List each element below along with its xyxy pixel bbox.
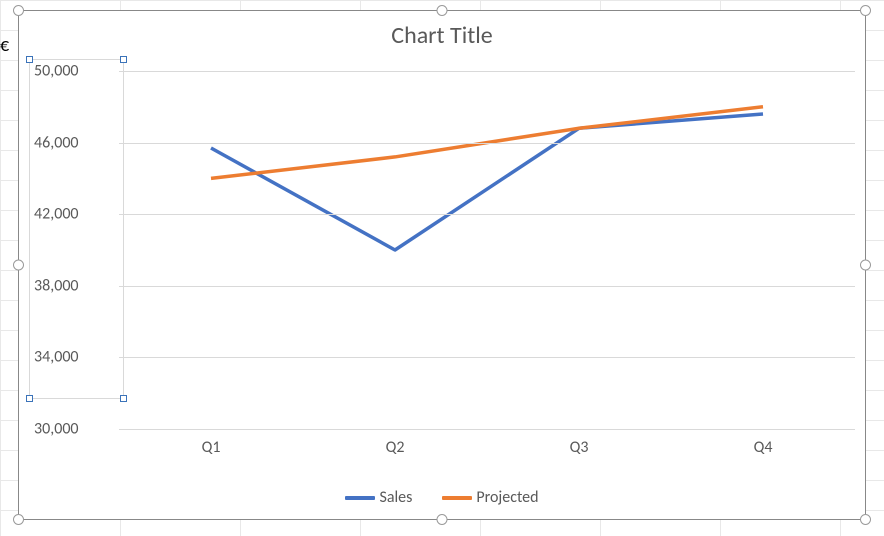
gridline bbox=[119, 214, 855, 215]
legend-item[interactable]: Projected bbox=[442, 488, 538, 507]
legend-swatch-icon bbox=[345, 496, 375, 500]
legend-label: Sales bbox=[379, 488, 412, 507]
resize-handle-bottom-right-icon[interactable] bbox=[860, 514, 871, 525]
x-tick-label: Q1 bbox=[202, 438, 221, 457]
chart-lines bbox=[119, 71, 855, 429]
y-tick-label: 50,000 bbox=[34, 62, 109, 81]
resize-handle-right-icon[interactable] bbox=[860, 260, 871, 271]
x-tick-label: Q2 bbox=[386, 438, 405, 457]
y-tick-label: 46,000 bbox=[34, 133, 109, 152]
series-line[interactable] bbox=[211, 114, 763, 250]
legend-item[interactable]: Sales bbox=[345, 488, 412, 507]
plot-area[interactable]: 30,00034,00038,00042,00046,00050,000Q1Q2… bbox=[119, 71, 855, 429]
x-tick-label: Q4 bbox=[754, 438, 773, 457]
resize-handle-top-icon[interactable] bbox=[437, 5, 448, 16]
y-tick-label: 30,000 bbox=[34, 420, 109, 439]
y-tick-label: 34,000 bbox=[34, 348, 109, 367]
gridline bbox=[119, 143, 855, 144]
resize-handle-left-icon[interactable] bbox=[13, 260, 24, 271]
legend-swatch-icon bbox=[442, 496, 472, 500]
plot-wrap: 30,000 34,000 38,000 42,000 46,000 50,000 Q1 Q2… bbox=[19, 55, 855, 459]
gridline bbox=[119, 286, 855, 287]
resize-handle-bottom-left-icon[interactable] bbox=[13, 514, 24, 525]
y-tick-label: 42,000 bbox=[34, 205, 109, 224]
chart-object[interactable]: Chart Title 30,000 34,000 38,000 42,000 46,0… bbox=[18, 10, 866, 520]
gridline bbox=[119, 429, 855, 430]
chart-title[interactable]: Chart Title bbox=[19, 11, 865, 55]
legend-label: Projected bbox=[476, 488, 538, 507]
y-tick-label: 38,000 bbox=[34, 276, 109, 295]
gridline bbox=[119, 71, 855, 72]
resize-handle-bottom-icon[interactable] bbox=[437, 514, 448, 525]
x-tick-label: Q3 bbox=[570, 438, 589, 457]
cell-content-truncated: € bbox=[0, 34, 9, 56]
gridline bbox=[119, 357, 855, 358]
resize-handle-top-left-icon[interactable] bbox=[13, 5, 24, 16]
chart-legend[interactable]: Sales Projected bbox=[19, 488, 865, 507]
resize-handle-top-right-icon[interactable] bbox=[860, 5, 871, 16]
